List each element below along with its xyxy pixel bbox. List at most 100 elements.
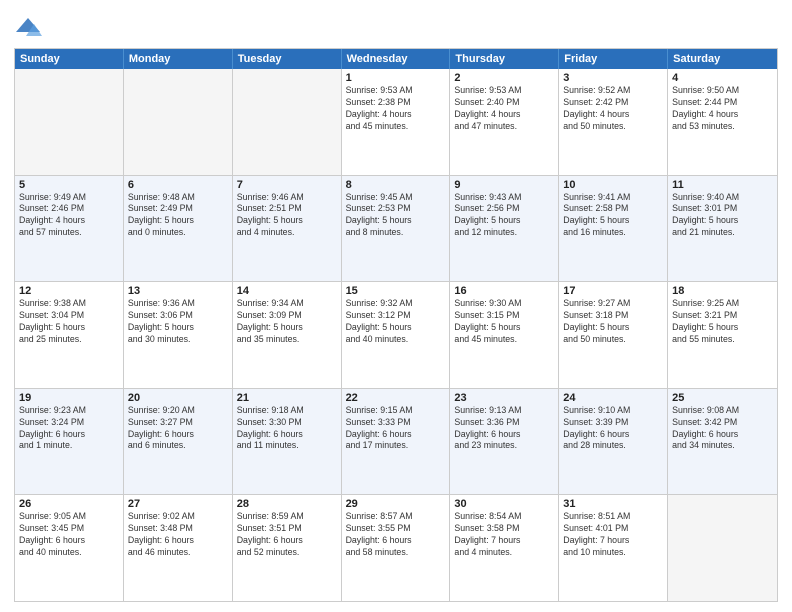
day-number: 10 [563, 179, 663, 191]
calendar-row-1: 5Sunrise: 9:49 AM Sunset: 2:46 PM Daylig… [15, 175, 777, 282]
day-info: Sunrise: 9:05 AM Sunset: 3:45 PM Dayligh… [19, 511, 119, 559]
day-info: Sunrise: 9:46 AM Sunset: 2:51 PM Dayligh… [237, 192, 337, 240]
calendar-cell-day-11: 11Sunrise: 9:40 AM Sunset: 3:01 PM Dayli… [668, 176, 777, 282]
day-info: Sunrise: 9:27 AM Sunset: 3:18 PM Dayligh… [563, 298, 663, 346]
day-number: 29 [346, 498, 446, 510]
calendar-cell-day-21: 21Sunrise: 9:18 AM Sunset: 3:30 PM Dayli… [233, 389, 342, 495]
day-number: 4 [672, 72, 773, 84]
calendar-cell-day-7: 7Sunrise: 9:46 AM Sunset: 2:51 PM Daylig… [233, 176, 342, 282]
calendar-cell-day-19: 19Sunrise: 9:23 AM Sunset: 3:24 PM Dayli… [15, 389, 124, 495]
day-info: Sunrise: 9:20 AM Sunset: 3:27 PM Dayligh… [128, 405, 228, 453]
day-number: 28 [237, 498, 337, 510]
day-info: Sunrise: 9:34 AM Sunset: 3:09 PM Dayligh… [237, 298, 337, 346]
header-day-monday: Monday [124, 49, 233, 69]
calendar-cell-day-15: 15Sunrise: 9:32 AM Sunset: 3:12 PM Dayli… [342, 282, 451, 388]
day-number: 14 [237, 285, 337, 297]
logo [14, 14, 44, 42]
day-number: 13 [128, 285, 228, 297]
day-info: Sunrise: 9:38 AM Sunset: 3:04 PM Dayligh… [19, 298, 119, 346]
calendar-cell-day-1: 1Sunrise: 9:53 AM Sunset: 2:38 PM Daylig… [342, 69, 451, 175]
day-info: Sunrise: 9:13 AM Sunset: 3:36 PM Dayligh… [454, 405, 554, 453]
day-number: 1 [346, 72, 446, 84]
calendar-cell-day-3: 3Sunrise: 9:52 AM Sunset: 2:42 PM Daylig… [559, 69, 668, 175]
day-info: Sunrise: 8:51 AM Sunset: 4:01 PM Dayligh… [563, 511, 663, 559]
calendar: SundayMondayTuesdayWednesdayThursdayFrid… [14, 48, 778, 602]
header-day-friday: Friday [559, 49, 668, 69]
calendar-cell-day-10: 10Sunrise: 9:41 AM Sunset: 2:58 PM Dayli… [559, 176, 668, 282]
calendar-row-2: 12Sunrise: 9:38 AM Sunset: 3:04 PM Dayli… [15, 281, 777, 388]
day-number: 22 [346, 392, 446, 404]
header-day-saturday: Saturday [668, 49, 777, 69]
day-number: 5 [19, 179, 119, 191]
calendar-body: 1Sunrise: 9:53 AM Sunset: 2:38 PM Daylig… [15, 69, 777, 601]
calendar-cell-day-17: 17Sunrise: 9:27 AM Sunset: 3:18 PM Dayli… [559, 282, 668, 388]
calendar-cell-day-27: 27Sunrise: 9:02 AM Sunset: 3:48 PM Dayli… [124, 495, 233, 601]
header [14, 10, 778, 42]
day-number: 6 [128, 179, 228, 191]
calendar-cell-day-25: 25Sunrise: 9:08 AM Sunset: 3:42 PM Dayli… [668, 389, 777, 495]
calendar-cell-day-22: 22Sunrise: 9:15 AM Sunset: 3:33 PM Dayli… [342, 389, 451, 495]
calendar-cell-day-26: 26Sunrise: 9:05 AM Sunset: 3:45 PM Dayli… [15, 495, 124, 601]
day-number: 11 [672, 179, 773, 191]
day-number: 23 [454, 392, 554, 404]
day-number: 27 [128, 498, 228, 510]
day-info: Sunrise: 9:52 AM Sunset: 2:42 PM Dayligh… [563, 85, 663, 133]
day-info: Sunrise: 9:45 AM Sunset: 2:53 PM Dayligh… [346, 192, 446, 240]
day-number: 20 [128, 392, 228, 404]
page: SundayMondayTuesdayWednesdayThursdayFrid… [0, 0, 792, 612]
day-info: Sunrise: 9:53 AM Sunset: 2:40 PM Dayligh… [454, 85, 554, 133]
calendar-cell-day-29: 29Sunrise: 8:57 AM Sunset: 3:55 PM Dayli… [342, 495, 451, 601]
calendar-cell-empty [15, 69, 124, 175]
day-info: Sunrise: 9:43 AM Sunset: 2:56 PM Dayligh… [454, 192, 554, 240]
calendar-cell-day-8: 8Sunrise: 9:45 AM Sunset: 2:53 PM Daylig… [342, 176, 451, 282]
day-info: Sunrise: 9:10 AM Sunset: 3:39 PM Dayligh… [563, 405, 663, 453]
day-number: 30 [454, 498, 554, 510]
day-info: Sunrise: 8:54 AM Sunset: 3:58 PM Dayligh… [454, 511, 554, 559]
calendar-cell-day-28: 28Sunrise: 8:59 AM Sunset: 3:51 PM Dayli… [233, 495, 342, 601]
calendar-cell-day-14: 14Sunrise: 9:34 AM Sunset: 3:09 PM Dayli… [233, 282, 342, 388]
day-info: Sunrise: 9:18 AM Sunset: 3:30 PM Dayligh… [237, 405, 337, 453]
header-day-sunday: Sunday [15, 49, 124, 69]
calendar-cell-empty [124, 69, 233, 175]
day-info: Sunrise: 8:57 AM Sunset: 3:55 PM Dayligh… [346, 511, 446, 559]
day-info: Sunrise: 9:30 AM Sunset: 3:15 PM Dayligh… [454, 298, 554, 346]
day-info: Sunrise: 9:41 AM Sunset: 2:58 PM Dayligh… [563, 192, 663, 240]
logo-icon [14, 14, 42, 42]
header-day-thursday: Thursday [450, 49, 559, 69]
calendar-cell-day-13: 13Sunrise: 9:36 AM Sunset: 3:06 PM Dayli… [124, 282, 233, 388]
day-info: Sunrise: 9:15 AM Sunset: 3:33 PM Dayligh… [346, 405, 446, 453]
day-info: Sunrise: 9:53 AM Sunset: 2:38 PM Dayligh… [346, 85, 446, 133]
calendar-cell-day-5: 5Sunrise: 9:49 AM Sunset: 2:46 PM Daylig… [15, 176, 124, 282]
header-day-tuesday: Tuesday [233, 49, 342, 69]
calendar-cell-day-18: 18Sunrise: 9:25 AM Sunset: 3:21 PM Dayli… [668, 282, 777, 388]
calendar-cell-day-2: 2Sunrise: 9:53 AM Sunset: 2:40 PM Daylig… [450, 69, 559, 175]
calendar-cell-day-6: 6Sunrise: 9:48 AM Sunset: 2:49 PM Daylig… [124, 176, 233, 282]
day-number: 17 [563, 285, 663, 297]
day-info: Sunrise: 9:02 AM Sunset: 3:48 PM Dayligh… [128, 511, 228, 559]
day-info: Sunrise: 9:08 AM Sunset: 3:42 PM Dayligh… [672, 405, 773, 453]
day-number: 15 [346, 285, 446, 297]
day-info: Sunrise: 9:36 AM Sunset: 3:06 PM Dayligh… [128, 298, 228, 346]
day-number: 8 [346, 179, 446, 191]
day-number: 25 [672, 392, 773, 404]
day-info: Sunrise: 9:32 AM Sunset: 3:12 PM Dayligh… [346, 298, 446, 346]
calendar-cell-day-23: 23Sunrise: 9:13 AM Sunset: 3:36 PM Dayli… [450, 389, 559, 495]
calendar-cell-day-12: 12Sunrise: 9:38 AM Sunset: 3:04 PM Dayli… [15, 282, 124, 388]
day-number: 31 [563, 498, 663, 510]
calendar-header: SundayMondayTuesdayWednesdayThursdayFrid… [15, 49, 777, 69]
calendar-cell-day-30: 30Sunrise: 8:54 AM Sunset: 3:58 PM Dayli… [450, 495, 559, 601]
calendar-cell-day-16: 16Sunrise: 9:30 AM Sunset: 3:15 PM Dayli… [450, 282, 559, 388]
day-number: 18 [672, 285, 773, 297]
day-number: 21 [237, 392, 337, 404]
calendar-row-3: 19Sunrise: 9:23 AM Sunset: 3:24 PM Dayli… [15, 388, 777, 495]
day-number: 19 [19, 392, 119, 404]
day-info: Sunrise: 9:48 AM Sunset: 2:49 PM Dayligh… [128, 192, 228, 240]
calendar-cell-empty [668, 495, 777, 601]
day-number: 9 [454, 179, 554, 191]
calendar-cell-day-24: 24Sunrise: 9:10 AM Sunset: 3:39 PM Dayli… [559, 389, 668, 495]
calendar-row-4: 26Sunrise: 9:05 AM Sunset: 3:45 PM Dayli… [15, 494, 777, 601]
day-number: 16 [454, 285, 554, 297]
day-number: 2 [454, 72, 554, 84]
day-number: 26 [19, 498, 119, 510]
day-info: Sunrise: 9:49 AM Sunset: 2:46 PM Dayligh… [19, 192, 119, 240]
